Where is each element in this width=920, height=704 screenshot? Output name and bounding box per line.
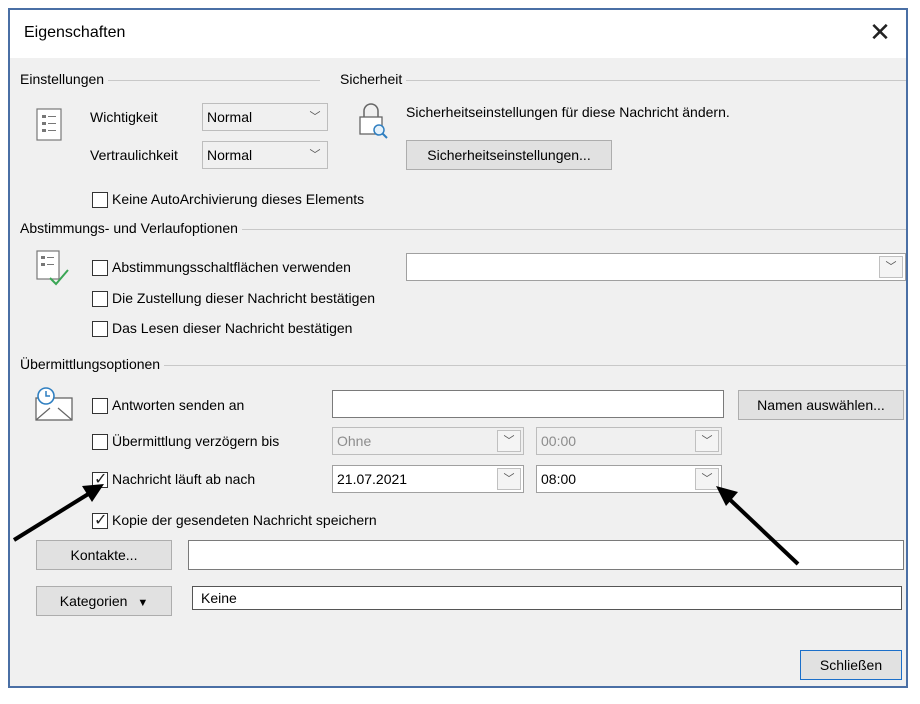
arrow-annotation-left [12, 486, 100, 542]
arrowhead-left-icon [82, 484, 104, 502]
arrow-annotation [12, 484, 800, 566]
arrow-annotation-right [722, 492, 800, 566]
